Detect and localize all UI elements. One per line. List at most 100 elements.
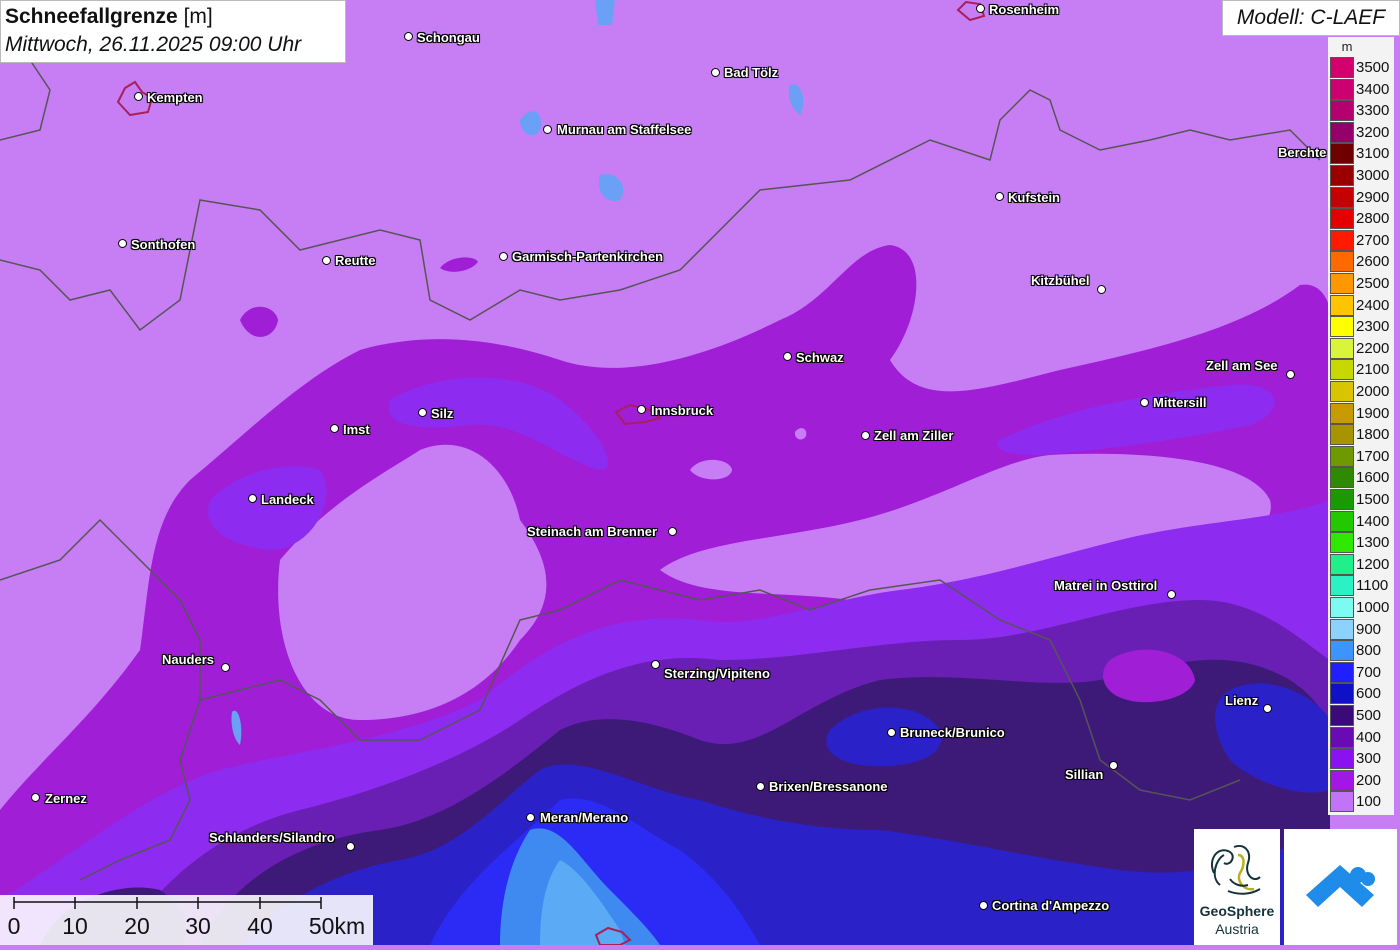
legend-entry: 800 [1329, 640, 1393, 662]
legend-swatch [1330, 661, 1354, 683]
scale-bar: 0 10 20 30 40 50km [0, 895, 373, 945]
city-label: Bad Tölz [724, 65, 779, 80]
scale-tick-label: 30 [185, 913, 211, 939]
scale-tick-label: 50km [308, 913, 366, 939]
city-marker [861, 431, 870, 440]
city-label: Sonthofen [131, 237, 196, 252]
legend-entry: 3300 [1329, 100, 1393, 122]
legend-swatch [1330, 705, 1354, 726]
map-datetime: Mittwoch, 26.11.2025 09:00 Uhr [5, 33, 302, 56]
city-label: Schwaz [796, 350, 844, 365]
city-marker [418, 408, 427, 417]
model-label: Modell: C-LAEF [1222, 0, 1400, 36]
legend-entry: 100 [1329, 791, 1393, 813]
legend-swatch [1330, 424, 1354, 446]
legend-label: 3100 [1356, 145, 1390, 163]
legend-label: 2000 [1356, 383, 1390, 400]
legend-unit: m [1341, 39, 1353, 54]
legend-entry: 500 [1329, 705, 1393, 726]
legend-swatch [1330, 337, 1354, 359]
city-marker [134, 92, 143, 101]
map-title-box: Schneefallgrenze [m] Mittwoch, 26.11.202… [0, 0, 346, 63]
legend-swatch [1330, 294, 1354, 316]
city-label: Sillian [1065, 767, 1104, 782]
legend-label: 1400 [1356, 512, 1390, 530]
legend-swatch [1330, 381, 1354, 402]
geosphere-logo[interactable]: GeoSphere Austria [1194, 829, 1280, 945]
city-marker [995, 192, 1004, 201]
city-marker [637, 405, 646, 414]
legend-label: 200 [1356, 771, 1382, 789]
legend-swatch [1330, 143, 1354, 165]
city-marker [711, 68, 720, 77]
legend-entry: 1300 [1329, 532, 1393, 554]
legend-entry: 1000 [1329, 597, 1393, 618]
legend-entry: 700 [1329, 661, 1393, 683]
map-title-text: Schneefallgrenze [5, 5, 178, 28]
cloud-app-logo[interactable] [1284, 829, 1397, 945]
legend-entry: 2300 [1329, 316, 1393, 338]
legend-swatch [1330, 791, 1354, 813]
legend-swatch [1330, 510, 1354, 532]
legend-entry: 200 [1329, 769, 1393, 791]
city-label: Rosenheim [989, 2, 1060, 17]
legend-label: 700 [1356, 663, 1382, 681]
legend-entry: 2000 [1329, 381, 1393, 402]
legend-entry: 1200 [1329, 553, 1393, 575]
city-label: Zell am See [1206, 358, 1278, 373]
legend-label: 900 [1356, 620, 1382, 638]
city-label: Sterzing/Vipiteno [664, 666, 770, 681]
legend-entry: 2100 [1329, 359, 1393, 381]
city-marker [1109, 761, 1118, 770]
city-marker [1167, 590, 1176, 599]
legend-swatch [1330, 597, 1354, 618]
city-label: Imst [343, 422, 370, 437]
legend-swatch [1330, 100, 1354, 122]
legend-swatch [1330, 208, 1354, 230]
legend-swatch [1330, 748, 1354, 770]
city-label: Nauders [162, 652, 215, 667]
geosphere-contour-icon [1210, 845, 1261, 895]
map-title: Schneefallgrenze [m] [5, 3, 341, 31]
map-title-unit: [m] [183, 5, 213, 28]
legend-entry: 1600 [1329, 467, 1393, 489]
legend-entry: 3200 [1329, 121, 1393, 143]
legend-swatch [1330, 769, 1354, 791]
legend-label: 300 [1356, 750, 1382, 768]
city-marker [979, 901, 988, 910]
legend-entry: 3000 [1329, 165, 1393, 186]
city-marker [1140, 398, 1149, 407]
legend-label: 2500 [1356, 275, 1390, 292]
city-marker [526, 813, 535, 822]
legend-label: 2400 [1356, 296, 1390, 314]
legend-label: 1800 [1356, 426, 1390, 444]
city-marker [1263, 704, 1272, 713]
legend-label: 2800 [1356, 210, 1390, 228]
legend-label: 1200 [1356, 555, 1390, 573]
city-label: Meran/Merano [540, 810, 629, 825]
legend-entry: 2900 [1329, 186, 1393, 208]
legend-entry: 1700 [1329, 445, 1393, 467]
legend-entry: 3400 [1329, 78, 1393, 100]
city-label: Lienz [1225, 693, 1259, 708]
city-label: Kitzbühel [1031, 273, 1090, 288]
legend-swatch [1330, 618, 1354, 640]
legend-entry: 600 [1329, 683, 1393, 705]
legend-label: 1300 [1356, 534, 1390, 552]
legend-label: 1700 [1356, 447, 1390, 465]
city-marker [668, 527, 677, 536]
scale-bar-line [13, 897, 322, 909]
legend-swatch [1330, 251, 1354, 273]
legend-entry: 1500 [1329, 489, 1393, 510]
city-marker [118, 239, 127, 248]
city-label: Garmisch-Partenkirchen [512, 249, 664, 264]
legend-swatch [1330, 553, 1354, 575]
legend-entry: 3500 [1329, 57, 1393, 78]
city-label: Zernez [45, 791, 87, 806]
city-label: Innsbruck [651, 403, 714, 418]
legend-swatch [1330, 273, 1354, 294]
legend-swatch [1330, 121, 1354, 143]
city-label: Schongau [417, 30, 480, 45]
city-label: Cortina d'Ampezzo [992, 898, 1110, 913]
city-marker [330, 424, 339, 433]
